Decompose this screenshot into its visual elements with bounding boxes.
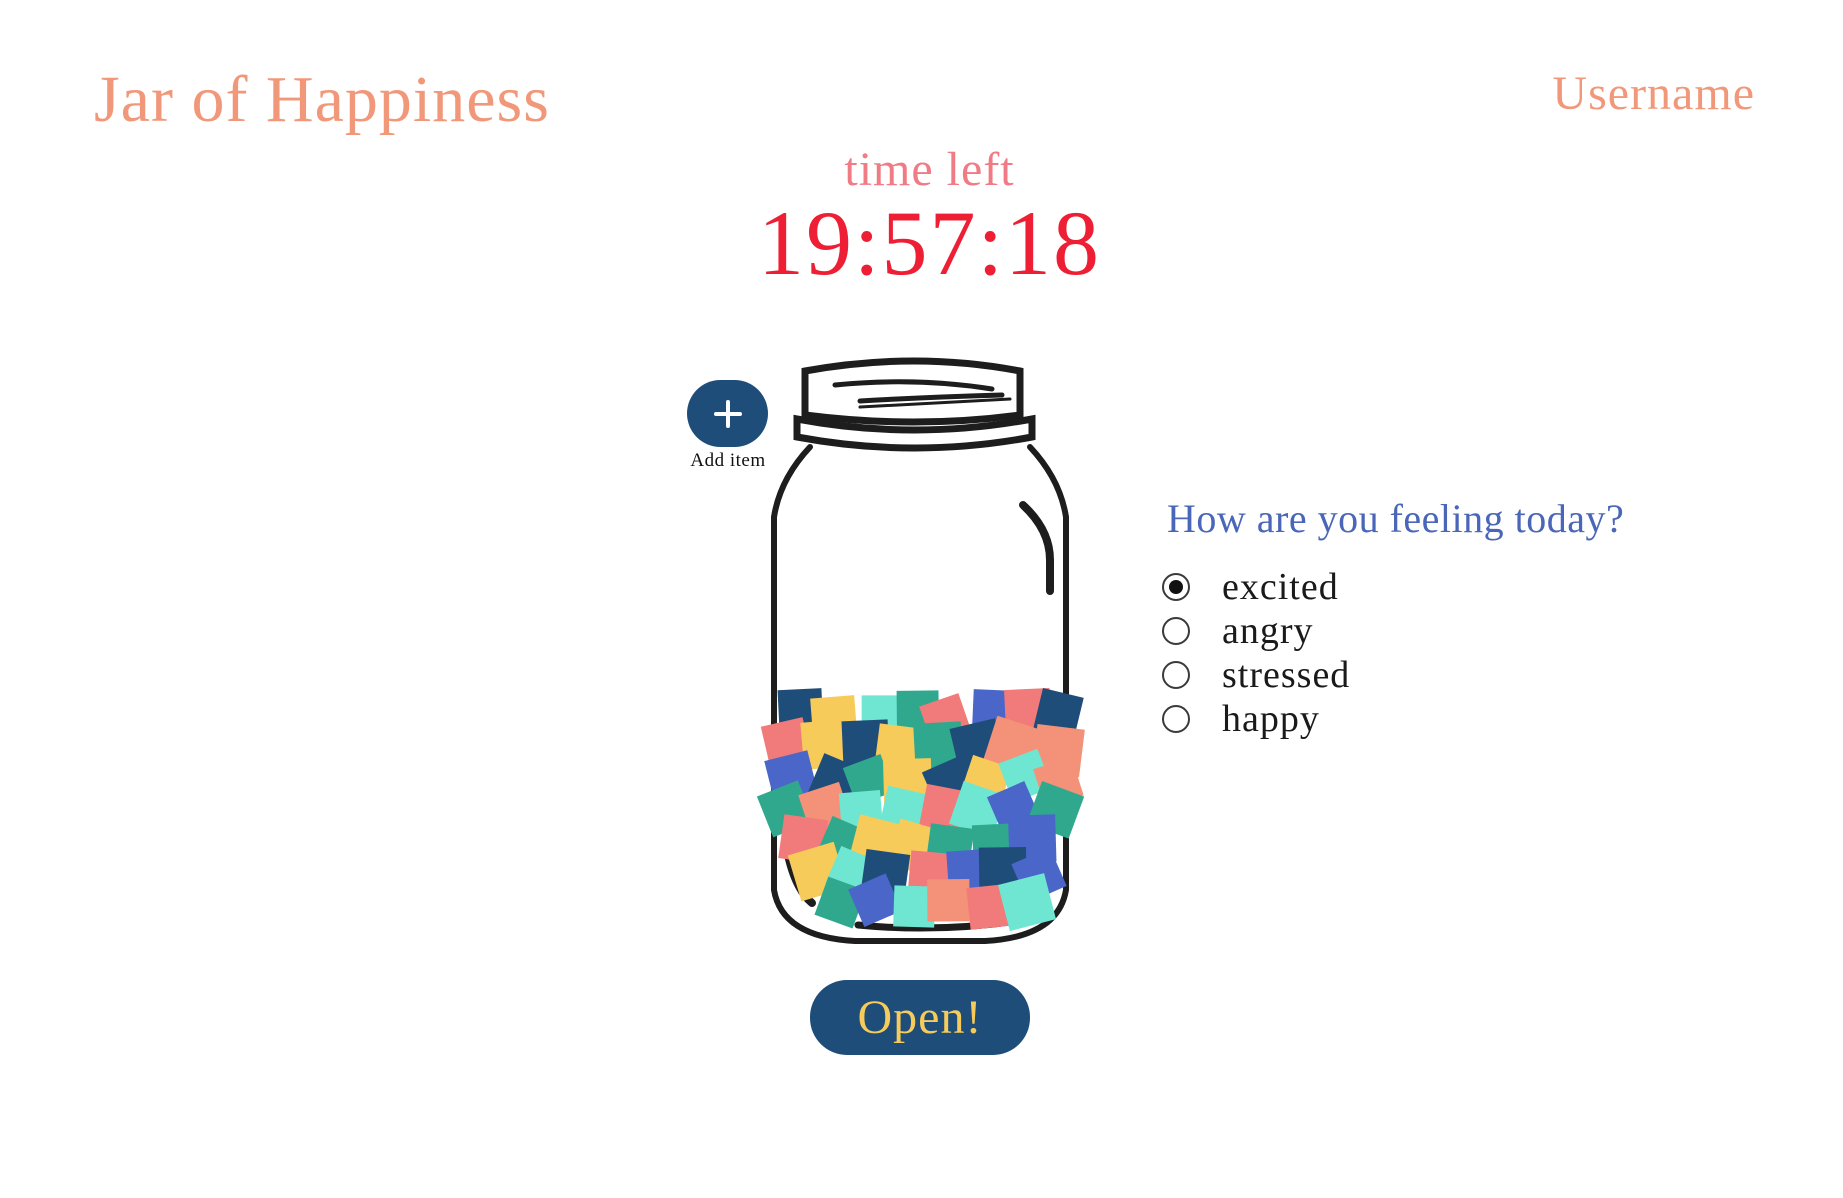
- mood-option-label: angry: [1222, 610, 1314, 652]
- mood-option-stressed[interactable]: stressed: [1162, 653, 1350, 697]
- jar-illustration: [756, 357, 1085, 944]
- mood-option-label: stressed: [1222, 654, 1351, 696]
- radio-button[interactable]: [1162, 705, 1190, 733]
- jar-notes: [756, 687, 1085, 932]
- app-title: Jar of Happiness: [94, 63, 550, 136]
- mood-option-angry[interactable]: angry: [1162, 609, 1350, 653]
- mood-question: How are you feeling today?: [1167, 496, 1625, 541]
- mood-option-happy[interactable]: happy: [1162, 697, 1350, 741]
- mood-option-label: excited: [1222, 566, 1339, 608]
- jar-lid: [793, 357, 1036, 452]
- add-item-button[interactable]: [687, 380, 768, 447]
- add-item-label: Add item: [690, 450, 766, 471]
- paper-note: [927, 879, 970, 922]
- plus-icon: [713, 399, 742, 428]
- countdown-timer: 19:57:18: [757, 192, 1102, 294]
- radio-button[interactable]: [1162, 617, 1190, 645]
- radio-button[interactable]: [1162, 661, 1190, 689]
- mood-option-excited[interactable]: excited: [1162, 565, 1350, 609]
- username-link[interactable]: Username: [1552, 66, 1755, 121]
- mood-radio-group: excited angry stressed happy: [1162, 565, 1350, 741]
- open-jar-button[interactable]: Open!: [810, 980, 1030, 1055]
- mood-option-label: happy: [1222, 698, 1320, 740]
- timer-label: time left: [844, 143, 1015, 196]
- radio-button[interactable]: [1162, 573, 1190, 601]
